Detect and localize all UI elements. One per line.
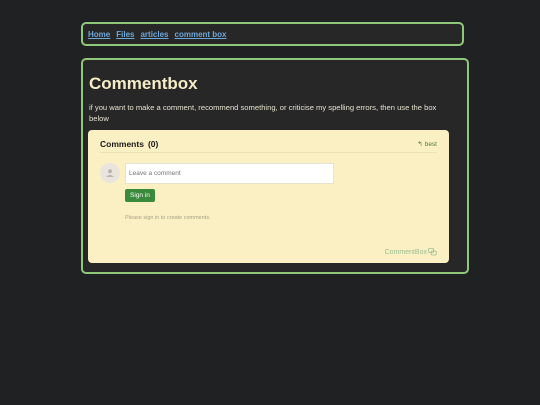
- sort-arrow-icon: ↰: [417, 141, 423, 148]
- user-icon: [106, 169, 114, 177]
- nav-link-comment-box[interactable]: comment box: [175, 30, 227, 39]
- sort-label: best: [424, 141, 437, 148]
- comments-heading: Comments: [100, 139, 144, 149]
- avatar: [100, 163, 120, 183]
- comments-count: (0): [147, 139, 159, 149]
- nav-link-articles[interactable]: articles: [140, 30, 168, 39]
- sort-button[interactable]: ↰ best: [417, 140, 437, 148]
- intro-text: if you want to make a comment, recommend…: [89, 103, 437, 123]
- sign-in-button[interactable]: Sign in: [125, 189, 155, 202]
- comments-header: Comments (0): [100, 139, 158, 149]
- divider: [100, 152, 437, 153]
- sign-in-note: Please sign in to create comments.: [125, 215, 211, 221]
- commentbox-logo-icon: [428, 248, 437, 256]
- nav-link-files[interactable]: Files: [116, 30, 134, 39]
- top-nav: Home Files articles comment box: [81, 22, 464, 46]
- page-title: Commentbox: [89, 74, 198, 93]
- comment-box: Comments(0) ↰best Sign in Please sign in…: [88, 130, 449, 263]
- main-panel: Commentbox if you want to make a comment…: [81, 58, 469, 274]
- nav-link-home[interactable]: Home: [88, 30, 110, 39]
- comment-input[interactable]: [125, 163, 334, 184]
- commentbox-brand[interactable]: CommentBox: [385, 248, 437, 256]
- brand-label: CommentBox: [384, 248, 427, 256]
